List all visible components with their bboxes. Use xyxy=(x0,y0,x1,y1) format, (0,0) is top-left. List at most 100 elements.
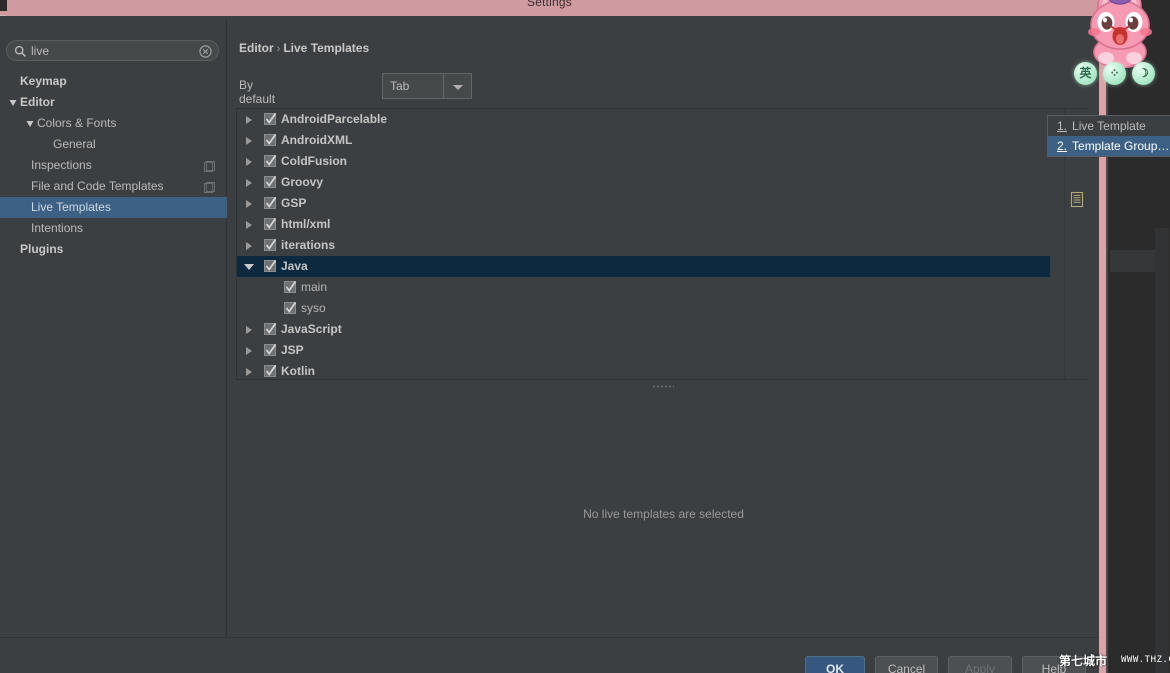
template-row[interactable]: Groovy xyxy=(237,172,1050,193)
template-row[interactable]: AndroidParcelable xyxy=(237,109,1050,130)
template-row[interactable]: ColdFusion xyxy=(237,151,1050,172)
template-checkbox[interactable] xyxy=(264,239,277,251)
ime-mode-toggle[interactable]: ☽ xyxy=(1132,62,1155,85)
live-templates-list[interactable]: AndroidParcelable AndroidXML ColdFusion Gro… xyxy=(237,109,1050,379)
expand-with-select[interactable]: Tab xyxy=(382,73,444,99)
template-checkbox[interactable] xyxy=(264,218,277,230)
copy-icon xyxy=(204,180,215,193)
template-checkbox[interactable] xyxy=(264,134,277,146)
chevron-down-icon xyxy=(453,85,463,90)
context-menu-item[interactable]: 2. Template Group… xyxy=(1048,136,1170,156)
template-row[interactable]: syso xyxy=(237,298,1050,319)
template-row[interactable]: Java xyxy=(237,256,1050,277)
template-row[interactable]: iterations xyxy=(237,235,1050,256)
template-label: Java xyxy=(281,259,308,273)
template-row[interactable]: Kotlin xyxy=(237,361,1050,379)
template-label: main xyxy=(301,280,328,294)
chevron-right-icon[interactable] xyxy=(246,179,252,187)
template-checkbox[interactable] xyxy=(264,365,277,377)
rabbit-mascot-icon xyxy=(1072,0,1168,69)
template-label: JSP xyxy=(281,343,304,357)
sidebar-item-general[interactable]: General xyxy=(0,134,227,155)
watermark-cn: 第七城市 xyxy=(1059,654,1108,668)
template-checkbox[interactable] xyxy=(284,302,297,314)
template-checkbox[interactable] xyxy=(264,176,277,188)
template-label: JavaScript xyxy=(281,322,342,336)
screen: Settings live Keymap Editor Colors & Fon… xyxy=(0,0,1170,673)
chevron-right-icon[interactable] xyxy=(246,368,252,376)
chevron-down-icon[interactable] xyxy=(8,92,18,113)
expand-with-dropdown-button[interactable] xyxy=(444,73,472,99)
chevron-right-icon[interactable] xyxy=(246,221,252,229)
dialog-button-bar: OK Cancel Apply Help xyxy=(0,637,1099,673)
chevron-right-icon[interactable] xyxy=(246,347,252,355)
panel-splitter[interactable] xyxy=(236,382,1089,391)
template-checkbox[interactable] xyxy=(264,260,277,272)
dialog-title-bar[interactable]: Settings xyxy=(0,0,1099,16)
search-input[interactable]: live xyxy=(31,44,49,58)
sidebar-item-colors-fonts[interactable]: Colors & Fonts xyxy=(0,113,227,134)
template-label: GSP xyxy=(281,196,307,210)
breadcrumb-parent[interactable]: Editor xyxy=(239,41,274,55)
ok-button[interactable]: OK xyxy=(805,656,865,673)
template-row[interactable]: JavaScript xyxy=(237,319,1050,340)
copy-icon xyxy=(204,159,215,172)
settings-main-panel: Editor›Live Templates By default expand … xyxy=(228,20,1099,637)
search-box[interactable]: live xyxy=(6,40,219,61)
apply-button: Apply xyxy=(948,656,1012,673)
ime-language-toggle[interactable]: 英 xyxy=(1074,62,1097,85)
template-checkbox[interactable] xyxy=(264,323,277,335)
template-row[interactable]: main xyxy=(237,277,1050,298)
chevron-down-icon[interactable] xyxy=(25,113,35,134)
template-row[interactable]: html/xml xyxy=(237,214,1050,235)
splitter-handle-dots xyxy=(651,385,674,388)
template-checkbox[interactable] xyxy=(264,113,277,125)
sidebar-item-file-and-code-templates[interactable]: File and Code Templates xyxy=(0,176,227,197)
context-menu-item[interactable]: 1. Live Template xyxy=(1048,116,1170,136)
sidebar-item-label: Plugins xyxy=(20,242,64,256)
sidebar-item-plugins[interactable]: Plugins xyxy=(0,239,227,260)
template-label: syso xyxy=(301,301,326,315)
chevron-right-icon[interactable] xyxy=(246,158,252,166)
template-row[interactable]: GSP xyxy=(237,193,1050,214)
chevron-right-icon[interactable] xyxy=(246,116,252,124)
template-row[interactable]: AndroidXML xyxy=(237,130,1050,151)
chevron-right-icon[interactable] xyxy=(246,137,252,145)
template-label: iterations xyxy=(281,238,336,252)
template-checkbox[interactable] xyxy=(264,344,277,356)
breadcrumb-separator: › xyxy=(276,43,281,55)
copy-icon[interactable] xyxy=(1069,191,1086,208)
empty-state-message: No live templates are selected xyxy=(583,507,744,521)
chevron-right-icon[interactable] xyxy=(246,242,252,250)
clear-icon[interactable] xyxy=(199,45,212,58)
background-scrollbar-track[interactable] xyxy=(1155,228,1169,673)
context-menu-item-number: 2. xyxy=(1057,139,1068,153)
context-menu-item-label: Live Template xyxy=(1072,119,1146,133)
template-label: Kotlin xyxy=(281,364,315,378)
sidebar-item-live-templates[interactable]: Live Templates xyxy=(0,197,227,218)
ime-floating-widget[interactable]: 英 ⁘ ☽ xyxy=(1072,0,1168,92)
chevron-right-icon[interactable] xyxy=(246,326,252,334)
sidebar-item-intentions[interactable]: Intentions xyxy=(0,218,227,239)
sidebar-item-editor[interactable]: Editor xyxy=(0,92,227,113)
watermark-en: WWW.THZ.CN xyxy=(1121,655,1170,665)
dialog-title: Settings xyxy=(527,0,572,9)
template-label: AndroidXML xyxy=(281,133,353,147)
settings-dialog: Settings live Keymap Editor Colors & Fon… xyxy=(0,0,1099,673)
template-checkbox[interactable] xyxy=(264,197,277,209)
template-checkbox[interactable] xyxy=(284,281,297,293)
cancel-button[interactable]: Cancel xyxy=(875,656,938,673)
sidebar-item-label: File and Code Templates xyxy=(31,179,164,193)
chevron-down-icon[interactable] xyxy=(244,264,254,270)
sidebar-item-inspections[interactable]: Inspections xyxy=(0,155,227,176)
template-row[interactable]: JSP xyxy=(237,340,1050,361)
sidebar-item-keymap[interactable]: Keymap xyxy=(0,71,227,92)
sidebar-item-label: Editor xyxy=(20,95,55,109)
template-checkbox[interactable] xyxy=(264,155,277,167)
background-editor-strip xyxy=(1110,250,1156,272)
ime-punctuation-toggle[interactable]: ⁘ xyxy=(1103,62,1126,85)
dialog-body: live Keymap Editor Colors & Fonts General In… xyxy=(0,16,1099,673)
chevron-right-icon[interactable] xyxy=(246,200,252,208)
sidebar-item-label: Colors & Fonts xyxy=(37,116,117,130)
template-label: Groovy xyxy=(281,175,324,189)
